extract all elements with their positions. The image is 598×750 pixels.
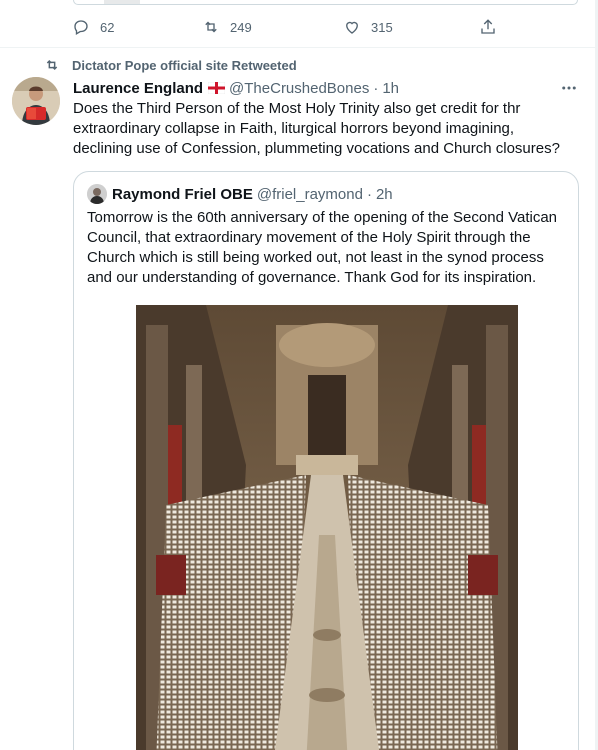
- previous-tweet-media-card: [73, 0, 578, 5]
- heart-icon: [346, 21, 358, 34]
- tweet-text: Does the Third Person of the Most Holy T…: [73, 100, 560, 157]
- retweet-icon: [46, 59, 58, 71]
- header-separator: ·: [373, 79, 379, 97]
- retweet-context[interactable]: Dictator Pope official site Retweeted: [44, 56, 297, 74]
- like-button[interactable]: 315: [343, 12, 393, 42]
- tweet-divider: [0, 47, 598, 48]
- share-icon: [481, 19, 495, 34]
- avatar[interactable]: [12, 77, 60, 125]
- quoted-tweet-image[interactable]: [136, 305, 518, 750]
- quoted-header-separator: ·: [366, 185, 372, 203]
- quoted-tweet-text: Tomorrow is the 60th anniversary of the …: [87, 209, 558, 286]
- retweet-count: 249: [230, 19, 252, 35]
- retweet-icon: [205, 21, 217, 33]
- basilica-photo: [136, 305, 518, 750]
- previous-tweet-media-stub: [104, 0, 140, 4]
- quoted-tweet-header: Raymond Friel OBE @friel_raymond · 2h: [87, 184, 393, 204]
- reply-icon: [74, 20, 88, 35]
- tweet-time[interactable]: 1h: [382, 80, 399, 97]
- author-name[interactable]: Laurence England: [73, 80, 203, 97]
- more-button[interactable]: [559, 78, 579, 98]
- quoted-author-name: Raymond Friel OBE: [112, 185, 253, 203]
- quoted-author-handle: @friel_raymond: [256, 185, 363, 203]
- more-icon: [562, 86, 576, 90]
- author-avatar-image: [12, 77, 60, 125]
- like-count: 315: [371, 19, 393, 35]
- england-flag-icon: [208, 82, 226, 94]
- avatar: [87, 184, 107, 204]
- tweet-actions-bar: 62 249 315: [62, 12, 522, 42]
- author-handle[interactable]: @TheCrushedBones: [229, 80, 369, 97]
- retweet-button[interactable]: 249: [202, 12, 252, 42]
- quoted-tweet[interactable]: Raymond Friel OBE @friel_raymond · 2h To…: [73, 171, 579, 750]
- retweeted-by-label: Dictator Pope official site Retweeted: [72, 57, 297, 73]
- reply-count: 62: [100, 19, 115, 35]
- share-button[interactable]: [479, 12, 497, 42]
- reply-button[interactable]: 62: [72, 12, 114, 42]
- quoted-tweet-time: 2h: [375, 185, 393, 203]
- tweet-header: Laurence England @TheCrushedBones · 1h: [73, 78, 399, 98]
- quoted-author-avatar-image: [87, 184, 107, 204]
